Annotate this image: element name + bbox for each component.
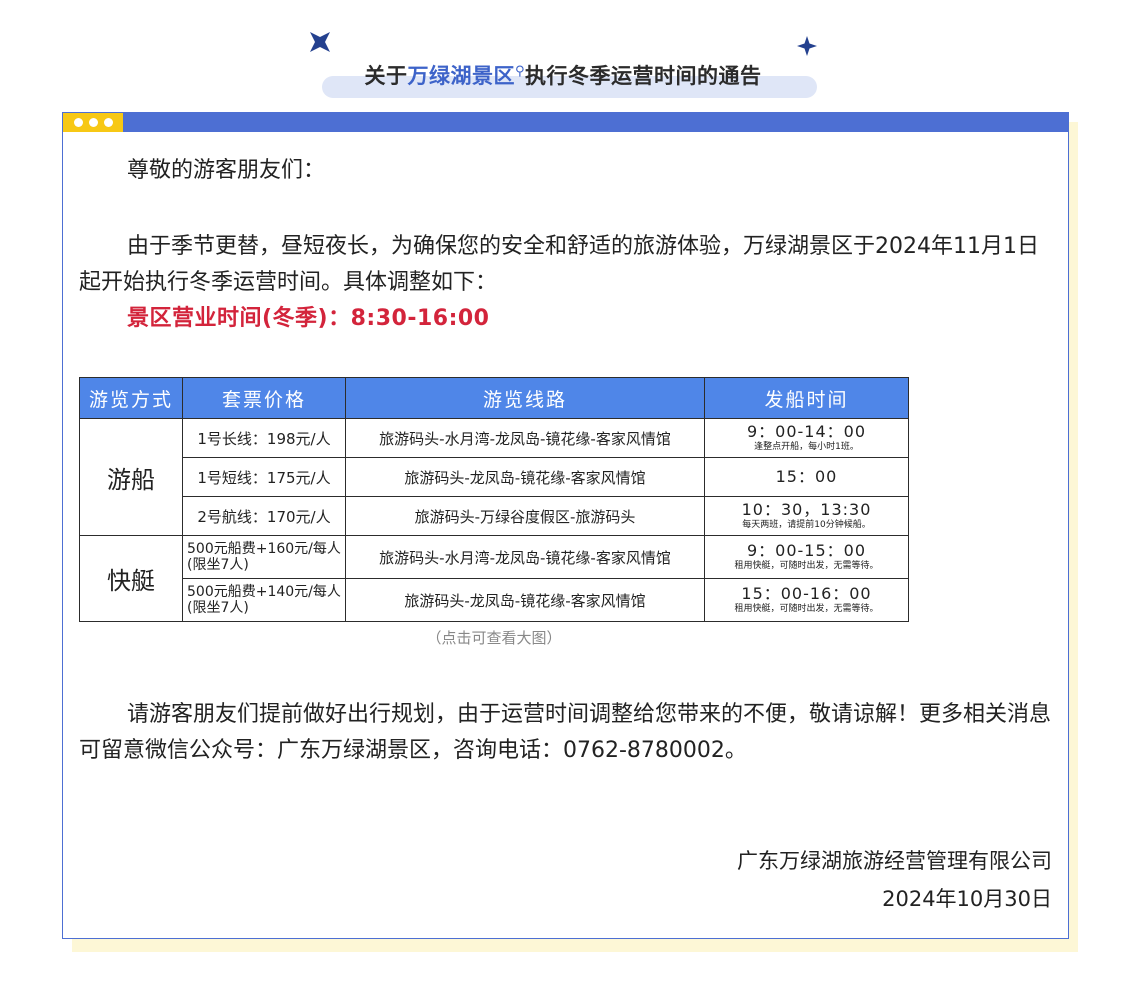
table-header-row: 游览方式 套票价格 游览线路 发船时间	[79, 377, 909, 419]
header-price: 套票价格	[182, 377, 346, 419]
price-line: 500元船费+140元/每人	[187, 584, 341, 600]
signature-date: 2024年10月30日	[882, 887, 1052, 911]
time-cell: 15：00	[704, 457, 909, 497]
window-dot-icon	[104, 118, 113, 127]
card-tab	[63, 113, 123, 132]
sparkle-icon	[797, 36, 817, 56]
departure-time: 9：00-14：00	[746, 422, 867, 441]
title-suffix: 执行冬季运营时间的通告	[525, 64, 762, 88]
table-row: 500元船费+140元/每人 (限坐7人) 旅游码头-龙凤岛-镜花缘-客家风情馆…	[80, 578, 909, 622]
route-cell: 旅游码头-龙凤岛-镜花缘-客家风情馆	[345, 578, 705, 622]
paragraph-closing: 请游客朋友们提前做好出行规划，由于运营时间调整给您带来的不便，敬请谅解！更多相关…	[79, 702, 1052, 763]
departure-time: 15：00-16：00	[741, 584, 872, 603]
price-limit: (限坐7人)	[187, 557, 249, 573]
table-caption[interactable]: （点击可查看大图）	[79, 627, 909, 648]
departure-time: 9：00-15：00	[746, 541, 867, 560]
departure-time: 15：00	[775, 467, 838, 486]
page-title: 关于万绿湖景区⚲执行冬季运营时间的通告	[0, 60, 1126, 90]
schedule-table[interactable]: 游览方式 套票价格 游览线路 发船时间 游船 1号长线：198元/人 旅游码头-…	[79, 377, 909, 622]
header-mode: 游览方式	[79, 377, 183, 419]
table-row: 快艇 500元船费+160元/每人 (限坐7人) 旅游码头-水月湾-龙凤岛-镜花…	[79, 535, 909, 622]
window-dot-icon	[74, 118, 83, 127]
greeting: 尊敬的游客朋友们：	[127, 158, 326, 183]
window-dot-icon	[89, 118, 98, 127]
mode-speedboat: 快艇	[79, 535, 183, 622]
table-row: 游船 1号长线：198元/人 旅游码头-水月湾-龙凤岛-镜花缘-客家风情馆 9：…	[79, 418, 909, 536]
table-row: 2号航线：170元/人 旅游码头-万绿谷度假区-旅游码头 10：30，13:30…	[80, 496, 909, 536]
star-icon	[310, 32, 330, 52]
route-cell: 旅游码头-万绿谷度假区-旅游码头	[345, 496, 705, 536]
time-cell: 9：00-15：00 租用快艇，可随时出发，无需等待。	[704, 535, 909, 579]
price-cell: 500元船费+140元/每人 (限坐7人)	[182, 578, 346, 622]
price-cell: 2号航线：170元/人	[182, 496, 346, 536]
header-time: 发船时间	[704, 377, 909, 419]
time-cell: 10：30，13:30 每天两班，请提前10分钟候船。	[704, 496, 909, 536]
title-highlight: 万绿湖景区	[407, 64, 515, 88]
mode-boat: 游船	[79, 418, 183, 536]
title-prefix: 关于	[364, 64, 408, 88]
winter-hours: 景区营业时间(冬季)：8:30-16:00	[127, 306, 490, 331]
search-icon: ⚲	[514, 64, 526, 79]
header-route: 游览线路	[345, 377, 705, 419]
time-cell: 9：00-14：00 逢整点开船，每小时1班。	[704, 418, 909, 458]
time-note: 每天两班，请提前10分钟候船。	[742, 520, 871, 530]
header: 关于万绿湖景区⚲执行冬季运营时间的通告	[0, 0, 1126, 110]
notice-card: 尊敬的游客朋友们： 由于季节更替，昼短夜长，为确保您的安全和舒适的旅游体验，万绿…	[62, 112, 1069, 939]
time-note: 逢整点开船，每小时1班。	[754, 442, 859, 452]
table-row: 1号短线：175元/人 旅游码头-龙凤岛-镜花缘-客家风情馆 15：00	[80, 457, 909, 497]
time-cell: 15：00-16：00 租用快艇，可随时出发，无需等待。	[704, 578, 909, 622]
paragraph-intro: 由于季节更替，昼短夜长，为确保您的安全和舒适的旅游体验，万绿湖景区于2024年1…	[79, 234, 1039, 295]
price-limit: (限坐7人)	[187, 600, 249, 616]
signature-company: 广东万绿湖旅游经营管理有限公司	[737, 849, 1052, 873]
time-note: 租用快艇，可随时出发，无需等待。	[734, 604, 879, 614]
route-cell: 旅游码头-水月湾-龙凤岛-镜花缘-客家风情馆	[345, 418, 705, 458]
route-cell: 旅游码头-水月湾-龙凤岛-镜花缘-客家风情馆	[345, 535, 705, 579]
card-title-bar	[63, 113, 1068, 132]
departure-time: 10：30，13:30	[741, 500, 872, 519]
route-cell: 旅游码头-龙凤岛-镜花缘-客家风情馆	[345, 457, 705, 497]
time-note: 租用快艇，可随时出发，无需等待。	[734, 561, 879, 571]
price-cell: 500元船费+160元/每人 (限坐7人)	[182, 535, 346, 579]
price-line: 500元船费+160元/每人	[187, 541, 341, 557]
price-cell: 1号短线：175元/人	[182, 457, 346, 497]
price-cell: 1号长线：198元/人	[182, 418, 346, 458]
